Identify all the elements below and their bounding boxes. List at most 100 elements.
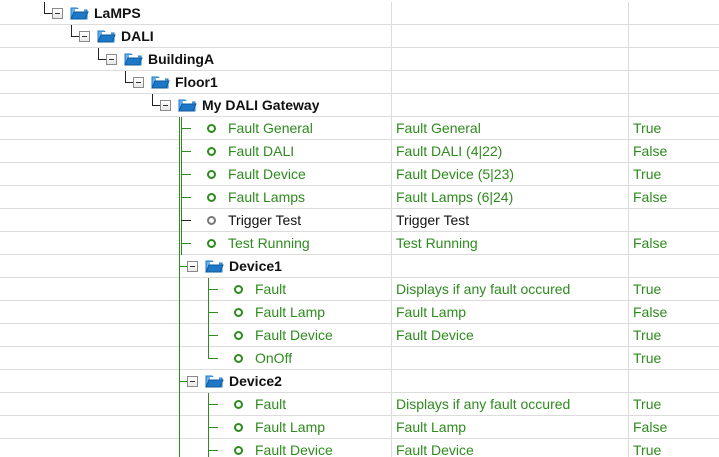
tree-folder-row[interactable]: LaMPS xyxy=(0,2,719,25)
folder-icon xyxy=(69,5,89,21)
column-divider xyxy=(391,71,392,93)
tree-node-label[interactable]: My DALI Gateway xyxy=(202,94,319,116)
description-cell: Fault Device (5|23) xyxy=(396,166,515,182)
column-divider xyxy=(628,117,629,139)
tree-item-row[interactable]: Trigger Test Trigger Test xyxy=(0,209,719,232)
tree-item-label[interactable]: Fault xyxy=(255,278,286,300)
tree-item-label[interactable]: Fault Device xyxy=(228,163,306,185)
tree-connector xyxy=(181,174,191,175)
column-divider xyxy=(391,416,392,438)
column-divider xyxy=(391,232,392,254)
value-cell: True xyxy=(633,396,662,412)
tree-connector xyxy=(181,220,191,221)
column-divider xyxy=(628,25,629,47)
tree-connector xyxy=(71,25,72,37)
description-cell: Fault DALI (4|22) xyxy=(396,143,503,159)
collapse-toggle-icon[interactable] xyxy=(160,100,171,111)
tree-item-label[interactable]: Test Running xyxy=(228,232,310,254)
tree-item-row[interactable]: Test Running Test Running False xyxy=(0,232,719,255)
collapse-toggle-icon[interactable] xyxy=(133,77,144,88)
status-circle-icon xyxy=(234,285,243,294)
tree-connector xyxy=(152,94,153,106)
column-divider xyxy=(391,140,392,162)
column-divider xyxy=(391,25,392,47)
column-divider xyxy=(628,439,629,457)
tree-node-label[interactable]: DALI xyxy=(121,25,154,47)
value-cell: True xyxy=(633,166,662,182)
tree-item-row[interactable]: OnOff True xyxy=(0,347,719,370)
collapse-toggle-icon[interactable] xyxy=(187,376,198,387)
tree-item-row[interactable]: Fault Device Fault Device (5|23) True xyxy=(0,163,719,186)
tree-item-label[interactable]: Fault Lamp xyxy=(255,301,325,323)
tree-folder-row[interactable]: BuildingA xyxy=(0,48,719,71)
value-cell: True xyxy=(633,350,662,366)
column-divider xyxy=(391,439,392,457)
tree-item-label[interactable]: Fault General xyxy=(228,117,313,139)
column-divider xyxy=(391,278,392,300)
value-cell: False xyxy=(633,235,668,251)
tree-connector xyxy=(98,59,106,60)
tree-folder-row[interactable]: DALI xyxy=(0,25,719,48)
tree-item-label[interactable]: Fault Lamps xyxy=(228,186,305,208)
tree-node-label[interactable]: LaMPS xyxy=(94,2,141,24)
tree-item-label[interactable]: OnOff xyxy=(255,347,292,369)
status-circle-icon xyxy=(234,400,243,409)
tree-item-label[interactable]: Fault Device xyxy=(255,439,333,457)
tree-item-row[interactable]: Fault Device Fault Device True xyxy=(0,439,719,457)
tree-item-label[interactable]: Fault Device xyxy=(255,324,333,346)
tree-connector xyxy=(208,358,218,359)
collapse-toggle-icon[interactable] xyxy=(52,8,63,19)
tree-item-row[interactable]: Fault Device Fault Device True xyxy=(0,324,719,347)
tree-item-row[interactable]: Fault General Fault General True xyxy=(0,117,719,140)
column-divider xyxy=(628,71,629,93)
description-cell: Fault Lamps (6|24) xyxy=(396,189,514,205)
tree-connector xyxy=(181,243,191,244)
tree-item-label[interactable]: Fault xyxy=(255,393,286,415)
column-divider xyxy=(628,347,629,369)
description-cell: Fault Device xyxy=(396,442,474,457)
collapse-toggle-icon[interactable] xyxy=(79,31,90,42)
description-cell: Fault Lamp xyxy=(396,304,467,320)
status-circle-icon xyxy=(207,147,216,156)
value-cell: False xyxy=(633,304,668,320)
column-divider xyxy=(628,278,629,300)
column-divider xyxy=(628,324,629,346)
collapse-toggle-icon[interactable] xyxy=(187,261,198,272)
tree-folder-row[interactable]: Device2 xyxy=(0,370,719,393)
tree-connector xyxy=(179,266,187,267)
tree-item-row[interactable]: Fault DALI Fault DALI (4|22) False xyxy=(0,140,719,163)
tree-connector xyxy=(44,2,45,14)
column-divider xyxy=(391,324,392,346)
description-cell: Test Running xyxy=(396,235,478,251)
tree-folder-row[interactable]: Floor1 xyxy=(0,71,719,94)
tree-item-label[interactable]: Fault DALI xyxy=(228,140,294,162)
tree-item-label[interactable]: Trigger Test xyxy=(228,209,301,231)
column-divider xyxy=(628,416,629,438)
tree-item-row[interactable]: Fault Lamps Fault Lamps (6|24) False xyxy=(0,186,719,209)
collapse-toggle-icon[interactable] xyxy=(106,54,117,65)
tree-connector xyxy=(181,128,191,129)
column-divider xyxy=(391,186,392,208)
tree-connector xyxy=(179,381,187,382)
status-circle-icon xyxy=(234,423,243,432)
value-cell: False xyxy=(633,189,668,205)
tree-node-label[interactable]: Device2 xyxy=(229,370,282,392)
tree-folder-row[interactable]: Device1 xyxy=(0,255,719,278)
status-circle-icon xyxy=(234,354,243,363)
tree-node-label[interactable]: BuildingA xyxy=(148,48,214,70)
tree-item-row[interactable]: Fault Lamp Fault Lamp False xyxy=(0,416,719,439)
folder-icon xyxy=(177,97,197,113)
tree-node-label[interactable]: Device1 xyxy=(229,255,282,277)
column-divider xyxy=(391,255,392,277)
tree-item-row[interactable]: Fault Displays if any fault occured True xyxy=(0,278,719,301)
status-circle-icon xyxy=(207,239,216,248)
tree-item-row[interactable]: Fault Displays if any fault occured True xyxy=(0,393,719,416)
folder-icon xyxy=(96,28,116,44)
tree-folder-row[interactable]: My DALI Gateway xyxy=(0,94,719,117)
description-cell: Displays if any fault occured xyxy=(396,281,571,297)
status-circle-icon xyxy=(234,331,243,340)
column-divider xyxy=(628,255,629,277)
tree-node-label[interactable]: Floor1 xyxy=(175,71,218,93)
tree-item-row[interactable]: Fault Lamp Fault Lamp False xyxy=(0,301,719,324)
tree-item-label[interactable]: Fault Lamp xyxy=(255,416,325,438)
